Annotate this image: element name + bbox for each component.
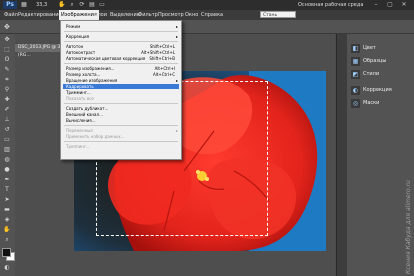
gradient-tool-icon[interactable]: ▥ [2,146,12,154]
3d-rotate-tool-icon[interactable]: ◈ [2,216,12,224]
menu-item-apply-image[interactable]: Внешний канал... [63,112,179,117]
quick-mask-icon[interactable]: ◐ [2,264,12,272]
photoshop-logo: Ps [3,1,17,9]
menu-item-mode[interactable]: Режим ▸ [63,24,179,29]
history-brush-tool-icon[interactable]: ↺ [2,126,12,134]
masks-icon: ◎ [351,99,360,108]
search-field[interactable]: Стань профи... [260,11,296,25]
zoom-level-select[interactable]: 33,3 [36,1,56,9]
eyedropper-tool-icon[interactable]: ⚲ [2,86,12,94]
quick-selection-tool-icon[interactable]: ✎ [2,66,12,74]
dodge-tool-icon[interactable]: ● [2,166,12,174]
menu-item-duplicate[interactable]: Создать дубликат... [63,106,179,111]
menu-item-auto-color[interactable]: Автоматическая цветовая коррекция Shift+C… [63,56,179,61]
panel-swatches[interactable]: ▦ Образцы [349,56,412,67]
arrange-documents-icon[interactable]: ▤ [88,1,96,9]
panel-adjustments[interactable]: ◐ Коррекция [349,85,412,96]
screen-mode-icon[interactable]: ▭ [98,1,106,9]
foreground-color-swatch[interactable] [2,248,11,257]
menu-layers[interactable]: Слои [94,10,107,20]
menu-item-image-size[interactable]: Размер изображения... Alt+Ctrl+I [63,66,179,71]
menu-item-crop[interactable]: Кадрировать [63,84,179,89]
panel-color[interactable]: ◧ Цвет [349,43,412,54]
swatches-icon: ▦ [351,57,360,66]
menu-select[interactable]: Выделение [110,10,140,20]
rotate-view-icon[interactable]: ⟳ [78,1,86,9]
menu-help[interactable]: Справка [201,10,223,20]
menu-item-canvas-size[interactable]: Размер холста... Alt+Ctrl+C [63,72,179,77]
menu-separator [64,31,178,32]
menu-item-trap[interactable]: Треппинг... [63,144,179,149]
panel-styles[interactable]: ◩ Стили [349,69,412,80]
menu-separator [64,125,178,126]
panel-masks[interactable]: ◎ Маски [349,98,412,109]
menu-view[interactable]: Просмотр [158,10,184,20]
zoom-icon[interactable]: ⌕ [68,1,76,9]
menu-item-reveal-all[interactable]: Показать все [63,96,179,101]
menu-file[interactable]: Файл [4,10,18,20]
tools-panel: ✥ ⬚ ʘ ✎ ⌗ ⚲ ✚ ✐ ⊥ ↺ ▭ ▥ ◍ ● ✒ T ➤ ▬ ◈ ✋ … [0,34,16,276]
image-menu-dropdown: Режим ▸ Коррекция ▸ Автотон Shift+Ctrl+L Ав… [60,20,182,160]
menu-item-adjustments[interactable]: Коррекция ▸ [63,34,179,39]
menu-item-auto-contrast[interactable]: Автоконтраст Alt+Shift+Ctrl+L [63,50,179,55]
menu-item-image-rotation[interactable]: Вращение изображения ▸ [63,78,179,83]
path-selection-tool-icon[interactable]: ➤ [2,196,12,204]
submenu-arrow-icon: ▸ [175,78,178,83]
eraser-tool-icon[interactable]: ▭ [2,136,12,144]
shape-tool-icon[interactable]: ▬ [2,206,12,214]
menu-separator [64,63,178,64]
bridge-icon[interactable]: ▦ [20,1,28,9]
maximize-button[interactable]: ▢ [384,1,396,9]
move-tool-icon[interactable]: ✥ [2,36,12,44]
move-tool-icon[interactable]: ✥ [4,23,14,31]
menu-image[interactable]: Изображение [59,10,99,20]
healing-brush-tool-icon[interactable]: ✚ [2,96,12,104]
menu-window[interactable]: Окно [185,10,198,20]
menu-item-trim[interactable]: Тримминг... [63,90,179,95]
hand-icon[interactable]: ✋ [58,1,66,9]
blur-tool-icon[interactable]: ◍ [2,156,12,164]
menu-filter[interactable]: Фильтр [138,10,158,20]
type-tool-icon[interactable]: T [2,186,12,194]
menu-item-auto-tone[interactable]: Автотон Shift+Ctrl+L [63,44,179,49]
menu-separator [64,103,178,104]
crop-tool-icon[interactable]: ⌗ [2,76,12,84]
watermark-text: Ксения Кабуда для alimero.ru [405,180,412,274]
menu-item-variables[interactable]: Переменные ▸ [63,128,179,133]
adjustments-icon: ◐ [351,86,360,95]
menu-edit[interactable]: Редактирование [18,10,62,20]
clone-stamp-tool-icon[interactable]: ⊥ [2,116,12,124]
styles-icon: ◩ [351,70,360,79]
zoom-tool-icon[interactable]: ⌕ [2,236,12,244]
submenu-arrow-icon: ▸ [175,128,178,133]
marquee-tool-icon[interactable]: ⬚ [2,46,12,54]
minimize-button[interactable]: – [370,1,382,9]
pen-tool-icon[interactable]: ✒ [2,176,12,184]
color-icon: ◧ [351,44,360,53]
menu-separator [64,41,178,42]
brush-tool-icon[interactable]: ✐ [2,106,12,114]
submenu-arrow-icon: ▸ [175,24,178,29]
hand-tool-icon[interactable]: ✋ [2,226,12,234]
menu-bar: Файл Редактирование Изображение Слои Выд… [0,10,414,20]
submenu-arrow-icon: ▸ [175,34,178,39]
lasso-tool-icon[interactable]: ʘ [2,56,12,64]
menu-separator [64,141,178,142]
close-button[interactable]: ✕ [398,1,410,9]
menu-item-calculations[interactable]: Вычисления... [63,118,179,123]
workspace-switcher[interactable]: Основная рабочая среда [298,1,364,9]
menu-item-apply-data-set[interactable]: Применить набор данных... [63,134,179,139]
